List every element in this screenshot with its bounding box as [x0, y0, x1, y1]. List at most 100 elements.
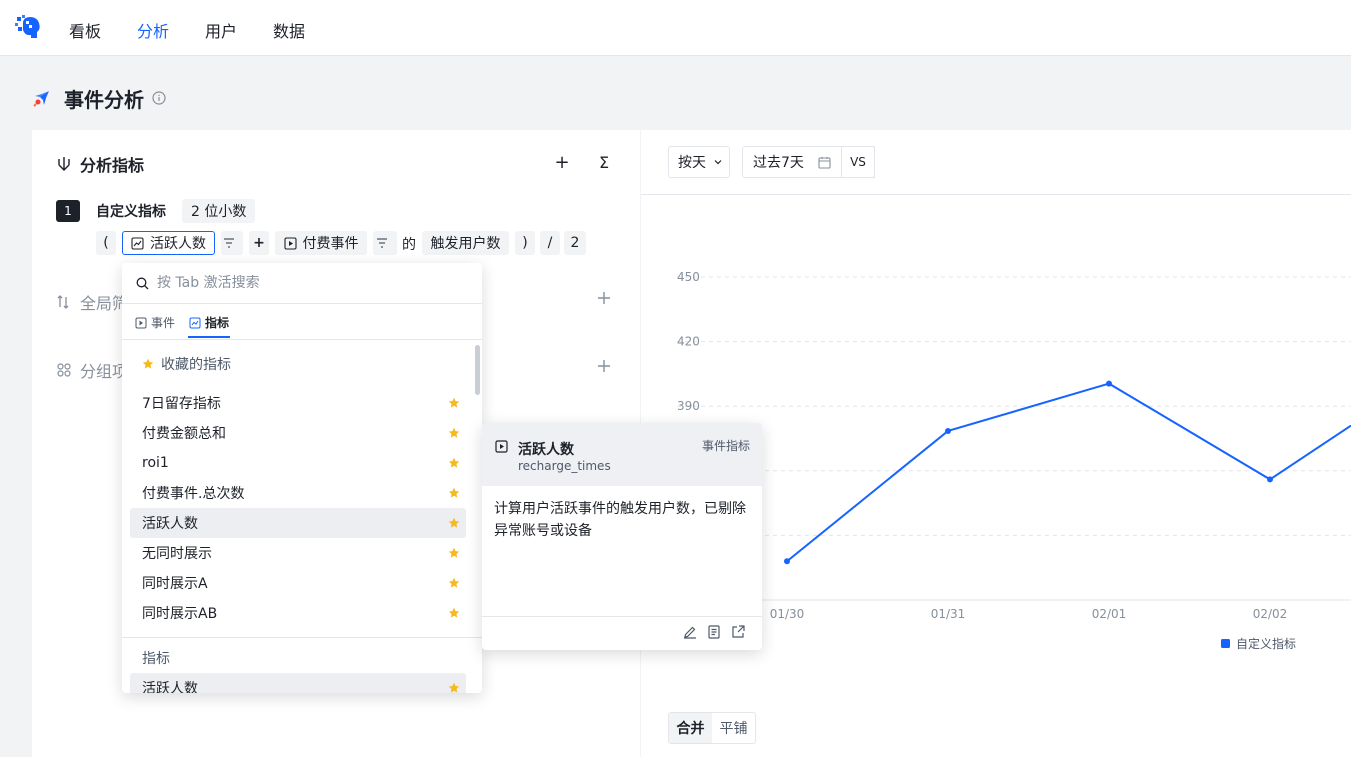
star-icon[interactable] [448, 517, 460, 529]
view-mode-tile[interactable]: 平铺 [712, 713, 755, 743]
star-icon[interactable] [448, 457, 460, 469]
doc-icon[interactable] [706, 624, 722, 640]
formula-event-selector[interactable]: 付费事件 [275, 231, 367, 255]
group-section-header: 分组项 [56, 358, 128, 382]
y-tick-label: 390 [677, 399, 700, 413]
metric-search-input[interactable] [157, 275, 457, 291]
view-mode-merge[interactable]: 合并 [669, 713, 712, 743]
open-external-icon[interactable] [730, 624, 746, 640]
metric-option-label: 付费金额总和 [142, 426, 226, 442]
metric-detail-footer-divider [482, 616, 762, 617]
metric-option-label: 活跃人数 [142, 516, 198, 532]
page-header: 事件分析 [32, 84, 166, 112]
sum-button[interactable]: Σ [594, 152, 614, 172]
star-icon[interactable] [448, 682, 460, 693]
all-metrics-group-header: 指标 [142, 648, 170, 668]
x-tick-label: 02/02 [1253, 607, 1288, 621]
tab-events[interactable]: 事件 [135, 314, 175, 331]
metric-option[interactable]: 活跃人数 [130, 673, 466, 693]
metric-detail-description: 计算用户活跃事件的触发用户数，已剔除异常账号或设备 [494, 501, 746, 539]
formula-metric-label: 活跃人数 [150, 236, 206, 252]
data-point [784, 558, 790, 565]
add-global-filter-button[interactable] [594, 288, 614, 308]
star-icon[interactable] [448, 607, 460, 619]
decimal-setting-tag[interactable]: 2 位小数 [182, 199, 256, 223]
rocket-icon [33, 91, 49, 107]
view-mode-switch: 合并 平铺 [668, 712, 756, 744]
star-icon[interactable] [448, 397, 460, 409]
star-icon[interactable] [448, 547, 460, 559]
metric-option[interactable]: 付费事件.总次数 [130, 478, 466, 508]
filter-icon [377, 238, 387, 248]
data-point [945, 427, 951, 434]
search-icon [136, 277, 149, 289]
metrics-section-title: 分析指标 [80, 156, 145, 175]
all-metrics-group-title: 指标 [142, 651, 170, 667]
edit-icon[interactable] [682, 624, 698, 640]
metric-detail-type: 事件指标 [701, 439, 750, 453]
legend-label: 自定义指标 [1236, 636, 1296, 651]
nav-data[interactable]: 数据 [273, 18, 305, 42]
formula-open-paren[interactable]: ( [96, 231, 116, 255]
favorites-group-header: 收藏的指标 [142, 354, 231, 374]
y-tick-label: 420 [677, 335, 700, 349]
tab-metrics[interactable]: 指标 [189, 314, 229, 331]
add-group-button[interactable] [594, 356, 614, 376]
nav-users[interactable]: 用户 [205, 18, 237, 42]
metric-option-label: roi1 [142, 455, 169, 471]
sort-filter-icon [57, 295, 69, 309]
metric-option[interactable]: 无同时展示 [130, 538, 466, 568]
dropdown-scrollbar[interactable] [475, 345, 480, 395]
top-nav-bar: 看板 分析 用户 数据 [0, 0, 1351, 56]
formula-filter-button-2[interactable] [373, 231, 397, 255]
metric-option[interactable]: 活跃人数 [130, 508, 466, 538]
metric-option-label: 无同时展示 [142, 546, 212, 562]
series-line [786, 382, 1351, 563]
formula-close-paren[interactable]: ) [515, 231, 535, 255]
metric-option[interactable]: 同时展示AB [130, 598, 466, 628]
metric-option[interactable]: 7日留存指标 [130, 388, 466, 418]
formula-measure-selector[interactable]: 触发用户数 [422, 231, 509, 255]
metric-detail-code: recharge_times [518, 459, 611, 473]
add-metric-button[interactable]: + [552, 152, 572, 173]
metrics-section-header: 分析指标 [56, 152, 144, 176]
plus-icon [598, 360, 610, 372]
plus-icon [598, 292, 610, 304]
brain-logo-icon[interactable] [14, 13, 44, 43]
info-icon[interactable] [152, 91, 166, 105]
star-icon[interactable] [448, 487, 460, 499]
tab-metrics-label: 指标 [205, 316, 230, 330]
event-icon [495, 440, 508, 453]
legend-swatch [1221, 639, 1230, 648]
nav-dashboard[interactable]: 看板 [69, 18, 101, 42]
favorites-group-title: 收藏的指标 [161, 357, 231, 373]
filter-icon [224, 238, 234, 248]
nav-analysis[interactable]: 分析 [137, 18, 169, 42]
metric-option[interactable]: roi1 [130, 448, 466, 478]
data-point [1106, 380, 1112, 387]
x-tick-label: 02/01 [1092, 607, 1127, 621]
metric-option[interactable]: 付费金额总和 [130, 418, 466, 448]
metric-search-bar [122, 263, 482, 304]
metric-option-label: 付费事件.总次数 [142, 486, 245, 502]
x-tick-label: 01/31 [931, 607, 966, 621]
metric-name[interactable]: 自定义指标 [96, 201, 166, 221]
active-tab-indicator [188, 336, 230, 338]
metric-option-label: 同时展示AB [142, 606, 218, 622]
metric-option[interactable]: 同时展示A [130, 568, 466, 598]
formula-divisor[interactable]: 2 [564, 231, 586, 255]
formula-plus-operator[interactable]: + [249, 231, 269, 255]
metric-index: 1 [56, 200, 80, 222]
formula-metric-selector[interactable]: 活跃人数 [122, 231, 215, 255]
metric-chart-icon [131, 236, 144, 250]
y-tick-label: 450 [677, 270, 700, 284]
star-icon[interactable] [448, 427, 460, 439]
event-icon [135, 317, 147, 328]
data-point [1267, 476, 1273, 483]
metric-option-label: 同时展示A [142, 576, 208, 592]
star-icon[interactable] [448, 577, 460, 589]
metric-option-label: 7日留存指标 [142, 396, 221, 412]
formula-filter-button-1[interactable] [221, 231, 243, 255]
metric-picker-dropdown: 事件 指标 收藏的指标 7日留存指标付费金额总和 roi1 付费事件.总次数活跃人数… [122, 263, 482, 693]
formula-divide-operator[interactable]: / [540, 231, 560, 255]
